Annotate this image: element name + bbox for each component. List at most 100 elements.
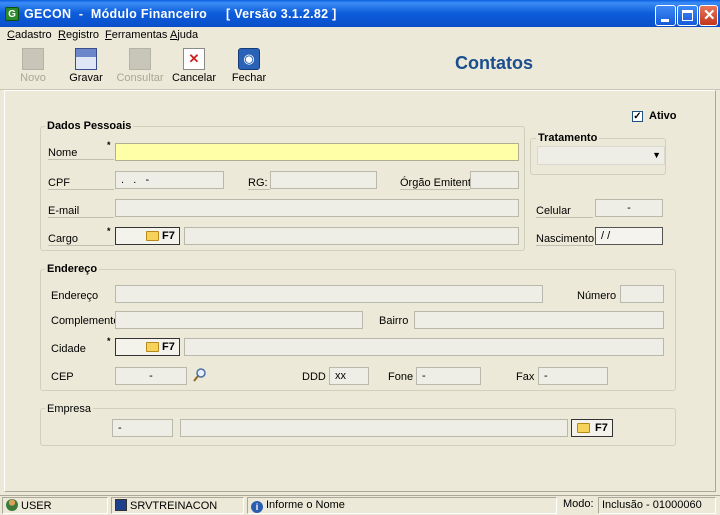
new-icon — [22, 48, 44, 70]
bairro-input[interactable] — [414, 311, 664, 329]
empresa-lookup-button[interactable]: F7 — [571, 419, 613, 437]
nome-label: Nome — [48, 147, 114, 160]
app-icon: G — [5, 7, 19, 21]
ddd-label: DDD — [302, 371, 326, 383]
folder-icon — [146, 342, 159, 352]
close-button[interactable]: ✕ — [699, 5, 718, 26]
required-marker: * — [107, 226, 111, 236]
user-icon — [6, 499, 18, 511]
cidade-label: Cidade — [51, 343, 86, 355]
cancel-icon: ✕ — [183, 48, 205, 70]
minimize-icon — [661, 19, 669, 22]
cidade-input[interactable] — [184, 338, 664, 356]
maximize-button[interactable] — [677, 5, 698, 26]
menu-bar: Cadastro Registro Ferramentas Ajuda — [0, 27, 720, 44]
ativo-checkbox[interactable]: ✓ — [632, 111, 643, 122]
cidade-lookup-button[interactable]: F7 — [115, 338, 180, 356]
folder-icon — [146, 231, 159, 241]
celular-label: Celular — [536, 205, 593, 218]
window-title: GECON - Módulo Financeiro [ Versão 3.1.2… — [24, 7, 337, 21]
email-label: E-mail — [48, 205, 114, 218]
fechar-button[interactable]: ◉ Fechar — [224, 48, 274, 84]
orgao-emitente-input[interactable] — [470, 171, 519, 189]
search-icon[interactable] — [193, 367, 207, 383]
required-marker: * — [107, 336, 111, 346]
info-icon: i — [251, 501, 263, 513]
status-server-text: SRVTREINACON — [130, 500, 218, 512]
cep-label: CEP — [51, 371, 74, 383]
cidade-f7-label: F7 — [162, 341, 175, 353]
celular-input[interactable] — [595, 199, 663, 217]
novo-label: Novo — [20, 72, 46, 84]
menu-cadastro[interactable]: Cadastro — [7, 29, 52, 41]
fechar-label: Fechar — [231, 72, 267, 84]
status-mode-label: Modo: — [563, 498, 594, 510]
status-hint-text: Informe o Nome — [266, 499, 345, 511]
nascimento-label: Nascimento — [536, 233, 595, 246]
rg-input[interactable] — [270, 171, 377, 189]
toolbar: Novo Gravar Consultar ✕ Cancelar ◉ Fecha… — [0, 44, 720, 90]
ddd-input[interactable] — [329, 367, 369, 385]
cargo-lookup-button[interactable]: F7 — [115, 227, 180, 245]
numero-input[interactable] — [620, 285, 664, 303]
complemento-input[interactable] — [115, 311, 363, 329]
numero-label: Número — [577, 290, 617, 302]
email-input[interactable] — [115, 199, 519, 217]
bairro-label: Bairro — [379, 315, 409, 327]
fax-input[interactable] — [538, 367, 608, 385]
cpf-input[interactable] — [115, 171, 224, 189]
nome-input[interactable] — [115, 143, 519, 161]
novo-button[interactable]: Novo — [8, 48, 58, 84]
status-server: SRVTREINACON — [111, 497, 244, 514]
menu-ferramentas[interactable]: Ferramentas — [105, 29, 167, 41]
status-mode-value: Inclusão - 01000060 — [598, 497, 716, 514]
tratamento-title: Tratamento — [536, 132, 600, 144]
status-hint: i Informe o Nome — [247, 497, 557, 514]
cargo-input[interactable] — [184, 227, 519, 245]
consultar-label: Consultar — [116, 72, 164, 84]
gravar-button[interactable]: Gravar — [61, 48, 111, 84]
title-bar[interactable]: G GECON - Módulo Financeiro [ Versão 3.1… — [0, 0, 720, 29]
cep-input[interactable] — [115, 367, 187, 385]
search-icon — [129, 48, 151, 70]
form-panel: ✓ Ativo Dados Pessoais Nome * CPF RG: Ór… — [4, 90, 716, 492]
folder-icon — [577, 423, 590, 433]
ativo-label: Ativo — [649, 110, 677, 122]
required-marker: * — [107, 140, 111, 150]
page-title: Contatos — [455, 53, 533, 73]
cargo-label: Cargo — [48, 233, 114, 246]
cargo-f7-label: F7 — [162, 230, 175, 242]
cancelar-button[interactable]: ✕ Cancelar — [169, 48, 219, 84]
complemento-label: Complemento — [51, 315, 120, 327]
dados-pessoais-title: Dados Pessoais — [45, 120, 134, 132]
computer-icon — [115, 499, 127, 511]
save-icon — [75, 48, 97, 70]
maximize-icon — [682, 10, 693, 21]
fax-label: Fax — [516, 371, 535, 383]
consultar-button[interactable]: Consultar — [115, 48, 165, 84]
tratamento-select[interactable]: ▼ — [537, 146, 665, 165]
empresa-code-input[interactable] — [112, 419, 173, 437]
endereco-title: Endereço — [45, 263, 100, 275]
nascimento-input[interactable] — [595, 227, 663, 245]
menu-ajuda[interactable]: Ajuda — [170, 29, 198, 41]
orgao-emitente-label: Órgão Emitente — [400, 177, 478, 190]
rg-label: RG: — [248, 177, 270, 190]
status-user-text: USER — [21, 500, 52, 512]
status-user: USER — [2, 497, 108, 514]
menu-registro[interactable]: Registro — [58, 29, 99, 41]
endereco-label: Endereço — [51, 290, 99, 302]
fone-input[interactable] — [416, 367, 481, 385]
power-icon: ◉ — [238, 48, 260, 70]
empresa-title: Empresa — [45, 403, 94, 415]
gravar-label: Gravar — [69, 72, 103, 84]
minimize-button[interactable] — [655, 5, 676, 26]
endereco-input[interactable] — [115, 285, 543, 303]
chevron-down-icon: ▼ — [652, 150, 661, 160]
fone-label: Fone — [388, 371, 414, 383]
cpf-label: CPF — [48, 177, 114, 190]
empresa-name-input[interactable] — [180, 419, 568, 437]
status-bar: USER SRVTREINACON i Informe o Nome Modo: … — [0, 495, 720, 515]
close-icon: ✕ — [703, 7, 716, 24]
cancelar-label: Cancelar — [171, 72, 217, 84]
